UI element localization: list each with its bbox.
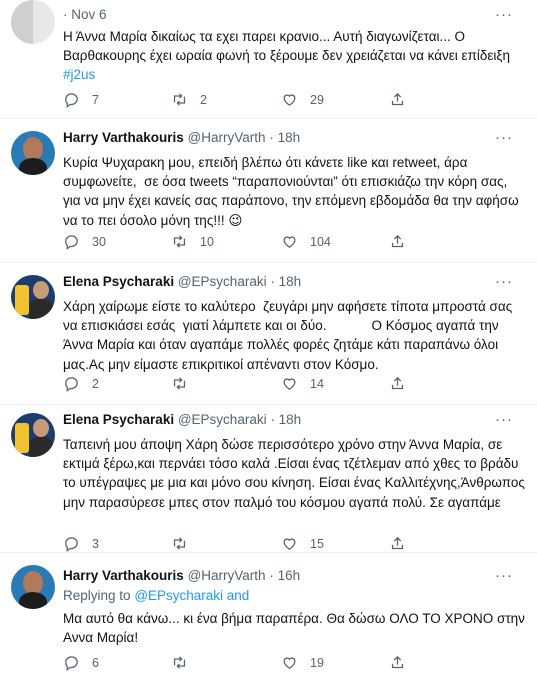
retweet-icon xyxy=(173,93,186,106)
tweet-header: Harry Varthakouris @HarryVarth · 16h xyxy=(63,568,301,583)
avatar[interactable] xyxy=(11,131,55,175)
avatar[interactable] xyxy=(11,275,55,319)
share-button[interactable] xyxy=(389,375,418,392)
like-button[interactable]: 15 xyxy=(281,535,324,552)
tweet-actions: 3 15 xyxy=(63,535,493,555)
retweet-icon xyxy=(173,656,186,669)
tweet-time[interactable]: 18h xyxy=(278,130,301,145)
like-button[interactable]: 14 xyxy=(281,375,324,392)
author-name[interactable]: Elena Psycharaki xyxy=(63,274,174,289)
tweet-text: Κυρία Ψυχαρακη μου, επειδή βλέπω ότι κάν… xyxy=(63,155,523,228)
tweet-header: Harry Varthakouris @HarryVarth · 18h xyxy=(63,130,301,145)
more-options-icon[interactable]: ··· xyxy=(495,6,513,23)
share-icon xyxy=(391,655,404,669)
like-button[interactable]: 19 xyxy=(281,654,324,671)
reply-icon xyxy=(65,656,78,671)
tweet-header: Elena Psycharaki @EPsycharaki · 18h xyxy=(63,274,302,289)
heart-icon xyxy=(283,657,296,669)
tweet-5[interactable]: Harry Varthakouris @HarryVarth · 16h ···… xyxy=(0,553,537,692)
reply-icon xyxy=(65,377,78,392)
heart-icon xyxy=(283,94,296,106)
author-name[interactable]: Harry Varthakouris xyxy=(63,130,184,145)
tweet-1[interactable]: · Nov 6 ··· Η Άννα Μαρία δικαίως τα εχει… xyxy=(0,0,537,119)
share-button[interactable] xyxy=(389,654,418,671)
tweet-actions: 6 19 xyxy=(63,654,493,674)
share-button[interactable] xyxy=(389,91,418,108)
reply-button[interactable]: 3 xyxy=(63,535,99,552)
reply-button[interactable]: 6 xyxy=(63,654,99,671)
share-icon xyxy=(391,92,404,106)
tweet-actions: 2 14 xyxy=(63,375,493,395)
more-options-icon[interactable]: ··· xyxy=(495,411,513,428)
retweet-icon xyxy=(173,537,186,550)
author-name[interactable]: Elena Psycharaki xyxy=(63,412,174,427)
author-handle[interactable]: @HarryVarth xyxy=(188,568,266,583)
hashtag-link[interactable]: #j2us xyxy=(63,67,95,82)
retweet-icon xyxy=(173,377,186,390)
like-button[interactable]: 29 xyxy=(281,91,324,108)
reply-button[interactable]: 30 xyxy=(63,233,106,250)
tweet-4[interactable]: Elena Psycharaki @EPsycharaki · 18h ··· … xyxy=(0,405,537,553)
tweet-time[interactable]: 18h xyxy=(279,412,302,427)
tweet-3[interactable]: Elena Psycharaki @EPsycharaki · 18h ··· … xyxy=(0,263,537,405)
reply-button[interactable]: 2 xyxy=(63,375,99,392)
share-button[interactable] xyxy=(389,233,418,250)
author-name[interactable]: Harry Varthakouris xyxy=(63,568,184,583)
retweet-button[interactable] xyxy=(171,654,200,671)
tweet-header: Elena Psycharaki @EPsycharaki · 18h xyxy=(63,412,302,427)
like-button[interactable]: 104 xyxy=(281,233,331,250)
heart-icon xyxy=(283,378,296,390)
author-handle[interactable]: @EPsycharaki xyxy=(178,274,267,289)
reply-button[interactable]: 7 xyxy=(63,91,99,108)
replying-to: Replying to @EPsycharaki and xyxy=(63,588,250,603)
reply-icon xyxy=(65,537,78,552)
retweet-button[interactable]: 2 xyxy=(171,91,207,108)
tweet-time[interactable]: Nov 6 xyxy=(71,7,106,22)
share-icon xyxy=(391,536,404,550)
tweet-text: Ταπεινή μου άποψη Χάρη δώσε περισσότερο … xyxy=(63,437,529,510)
tweet-time[interactable]: 18h xyxy=(279,274,302,289)
author-handle[interactable]: @HarryVarth xyxy=(188,130,266,145)
retweet-icon xyxy=(173,235,186,248)
tweet-time[interactable]: 16h xyxy=(278,568,301,583)
tweet-text: Μα αυτό θα κάνω... κι ένα βήμα παραπέρα.… xyxy=(63,611,528,646)
heart-icon xyxy=(283,538,296,550)
avatar[interactable] xyxy=(11,413,55,457)
share-icon xyxy=(391,234,404,248)
more-options-icon[interactable]: ··· xyxy=(495,273,513,290)
more-options-icon[interactable]: ··· xyxy=(495,129,513,146)
tweet-text: Η Άννα Μαρία δικαίως τα εχει παρει κρανι… xyxy=(63,29,510,83)
avatar[interactable] xyxy=(11,565,55,609)
tweet-actions: 30 10 104 xyxy=(63,233,493,253)
retweet-button[interactable] xyxy=(171,375,200,392)
tweet-2[interactable]: Harry Varthakouris @HarryVarth · 18h ···… xyxy=(0,119,537,263)
tweet-header: · Nov 6 xyxy=(63,7,107,22)
tweet-text: Χάρη χαίρωμε είστε το καλύτερο ζευγάρι μ… xyxy=(63,299,516,372)
share-button[interactable] xyxy=(389,535,418,552)
reply-icon xyxy=(65,235,78,250)
replying-to-link[interactable]: @EPsycharaki and xyxy=(134,588,249,603)
tweet-actions: 7 2 29 xyxy=(63,91,493,111)
more-options-icon[interactable]: ··· xyxy=(495,567,513,584)
heart-icon xyxy=(283,236,296,248)
retweet-button[interactable] xyxy=(171,535,200,552)
avatar[interactable] xyxy=(11,0,55,44)
retweet-button[interactable]: 10 xyxy=(171,233,214,250)
reply-icon xyxy=(65,93,78,108)
author-handle[interactable]: @EPsycharaki xyxy=(178,412,267,427)
share-icon xyxy=(391,376,404,390)
